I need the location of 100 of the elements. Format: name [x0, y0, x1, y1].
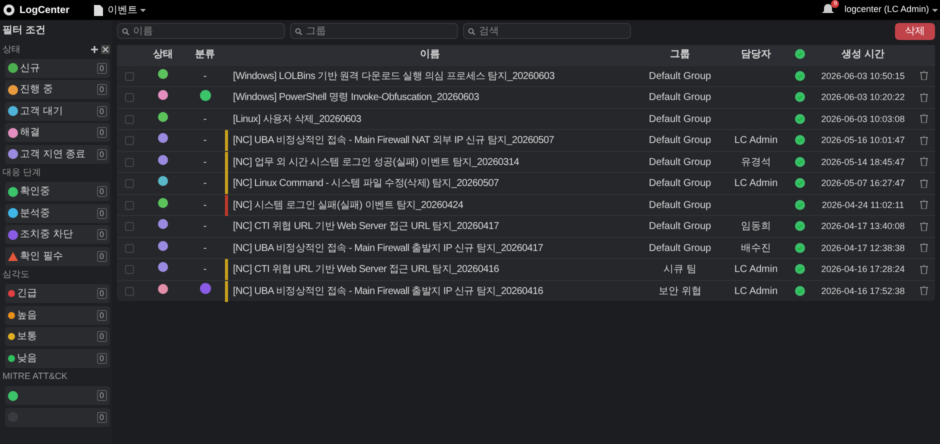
event-name: [NC] 시스템 로그인 실패(실패) 이벤트 탐지_20260424 [233, 198, 464, 212]
trash-icon[interactable] [920, 114, 928, 124]
row-checkbox[interactable] [124, 114, 134, 124]
filter-count: 0 [96, 84, 107, 95]
row-checkbox[interactable] [124, 244, 134, 252]
trash-icon[interactable] [920, 92, 928, 102]
sidebar-title: 필터 조건 [2, 24, 46, 38]
column-header: 분류 [194, 48, 216, 62]
row-checkbox[interactable] [124, 158, 134, 166]
category-text: - [203, 135, 207, 146]
table-row[interactable]: - [Linux] 사용자 삭제_20260603 Default Group 2026-06-03 10:03:08 [117, 108, 935, 129]
section-title: 상태 [2, 42, 22, 56]
date-cell: 2026-04-16 17:52:38 [821, 286, 905, 296]
table-row[interactable]: - [NC] UBA 비정상적인 접속 - Main Firewall 출발지 IP 신규 탐지_20260417 Default Group 배수진 2026-04-17 12:38:38 [117, 236, 935, 258]
group-cell: Default Group [648, 178, 712, 189]
filter-count: 0 [96, 412, 107, 422]
trash-icon[interactable] [920, 286, 928, 296]
filter-count: 0 [96, 288, 107, 299]
category-text: - [203, 114, 207, 124]
table-row[interactable]: - [NC] Linux Command - 시스템 파일 수정(삭제) 탐지_20260507 Default Group LC Admin 2026-05-07 16:27:47 [117, 172, 935, 194]
filter-count: 0 [96, 390, 107, 401]
trash-icon[interactable] [920, 157, 928, 166]
filter-item[interactable]: 낮음 0 [5, 348, 110, 368]
filter-item[interactable]: 조치중 차단 0 [5, 225, 110, 244]
assignee-cell: LC Admin [734, 264, 778, 275]
event-name: [NC] UBA 비정상적인 접속 - Main Firewall 출발지 IP 신규 탐지_20260417 [233, 242, 544, 256]
category-text: - [203, 242, 207, 254]
date-cell: 2026-04-24 11:02:11 [822, 200, 904, 210]
group-cell: Default Group [648, 70, 712, 82]
row-checkbox[interactable] [124, 200, 134, 210]
caret-icon [932, 8, 938, 12]
table-row[interactable]: - [Windows] LOLBins 기반 원격 다운로드 실행 의심 프로세스 탐지_20260603 Default Group 2026-06-03 10:50:15 [117, 64, 935, 86]
trash-icon[interactable] [920, 136, 928, 145]
filter-field[interactable]: 이름 [117, 23, 285, 39]
assignee-cell: 임동희 [741, 221, 771, 232]
trash-icon[interactable] [920, 222, 928, 231]
add-icon[interactable] [90, 46, 98, 53]
workspace-dropdown[interactable]: 이벤트 [108, 2, 146, 18]
group-cell: Default Group [648, 242, 712, 254]
assignee-cell: LC Admin [734, 178, 778, 189]
filter-item[interactable]: 신규 0 [5, 58, 110, 78]
table-row[interactable]: [NC] UBA 비정상적인 접속 - Main Firewall 출발지 IP 신규 탐지_20260416 보안 위협 LC Admin 2026-04-16 17:52:38 [117, 280, 935, 301]
bell-icon[interactable] [822, 4, 834, 16]
filter-item[interactable]: 분석중 0 [5, 204, 110, 222]
filter-item[interactable]: 확인 필수 0 [5, 246, 110, 266]
row-checkbox[interactable] [124, 286, 134, 296]
filter-item[interactable]: 0 [5, 386, 110, 405]
table-row[interactable]: - [NC] CTI 위협 URL 기반 Web Server 접근 URL 탐지_20260417 Default Group 임동희 2026-04-17 13:40:08 [117, 215, 935, 236]
table-row[interactable]: [Windows] PowerShell 명령 Invoke-Obfuscation_20260603 Default Group 2026-06-03 10:20:22 [117, 86, 935, 108]
search-icon [295, 28, 302, 35]
section-title: MITRE ATT&CK [2, 370, 68, 383]
row-checkbox[interactable] [124, 222, 134, 231]
group-cell: Default Group [648, 114, 712, 124]
logo: LogCenter [20, 4, 70, 18]
event-name: [Windows] PowerShell 명령 Invoke-Obfuscation_20260603 [233, 91, 479, 105]
group-cell: 시큐 팀 [664, 264, 696, 275]
filter-item[interactable]: 확인중 0 [5, 182, 110, 201]
filter-field[interactable]: 검색 [463, 23, 631, 39]
event-name: [NC] Linux Command - 시스템 파일 수정(삭제) 탐지_20260507 [233, 177, 499, 191]
caret-icon [140, 8, 146, 12]
table-row[interactable]: - [NC] CTI 위협 URL 기반 Web Server 접근 URL 탐지_20260416 시큐 팀 LC Admin 2026-04-16 17:28:24 [117, 258, 935, 280]
assignee-cell: 유경석 [741, 156, 771, 168]
filter-item[interactable]: 높음 0 [5, 306, 110, 324]
row-checkbox[interactable] [124, 72, 134, 80]
column-header: 이름 [419, 48, 441, 62]
filter-item[interactable]: 보통 0 [5, 327, 110, 346]
event-name: [NC] UBA 비정상적인 접속 - Main Firewall 출발지 IP 신규 탐지_20260416 [233, 284, 544, 298]
table-row[interactable]: - [NC] UBA 비정상적인 접속 - Main Firewall NAT 외부 IP 신규 탐지_20260507 Default Group LC Admin 2026-05-16 10:01:47 [117, 129, 935, 150]
filter-count: 0 [96, 62, 107, 74]
row-checkbox[interactable] [124, 265, 134, 274]
filter-item[interactable]: 진행 중 0 [5, 80, 110, 99]
user-menu[interactable]: logcenter (LC Admin) [844, 3, 938, 17]
filter-item[interactable]: 0 [5, 408, 110, 426]
date-cell: 2026-04-17 12:38:38 [821, 242, 905, 252]
close-icon[interactable] [100, 44, 110, 54]
table-row[interactable]: - [NC] 시스템 로그인 실패(실패) 이벤트 탐지_20260424 Default Group 2026-04-24 11:02:11 [117, 194, 935, 215]
row-checkbox[interactable] [124, 93, 134, 102]
category-text: - [203, 221, 207, 232]
filter-item[interactable]: 고객 지연 종료 0 [5, 144, 110, 164]
row-checkbox[interactable] [124, 179, 134, 188]
trash-icon[interactable] [920, 71, 928, 80]
category-text: - [203, 70, 207, 82]
group-cell: Default Group [648, 200, 712, 210]
trash-icon[interactable] [920, 264, 928, 274]
date-cell: 2026-05-14 18:45:47 [821, 156, 905, 166]
filter-count: 0 [96, 208, 107, 218]
search-icon [122, 28, 129, 35]
trash-icon[interactable] [920, 243, 928, 252]
filter-item[interactable]: 해결 0 [5, 123, 110, 142]
date-cell: 2026-06-03 10:50:15 [821, 70, 905, 80]
date-cell: 2026-05-07 16:27:47 [821, 178, 905, 188]
trash-icon[interactable] [920, 178, 928, 188]
row-checkbox[interactable] [124, 136, 134, 145]
table-row[interactable]: - [NC] 업무 외 시간 시스템 로그인 성공(실패) 이벤트 탐지_20260314 Default Group 유경석 2026-05-14 18:45:47 [117, 150, 935, 172]
filter-item[interactable]: 고객 대기 0 [5, 102, 110, 120]
event-name: [NC] CTI 위협 URL 기반 Web Server 접근 URL 탐지_20260416 [233, 263, 499, 277]
filter-item[interactable]: 긴급 0 [5, 284, 110, 303]
trash-icon[interactable] [920, 200, 928, 210]
filter-field[interactable]: 그룹 [290, 23, 458, 39]
delete-button[interactable]: 삭제 [895, 22, 935, 40]
